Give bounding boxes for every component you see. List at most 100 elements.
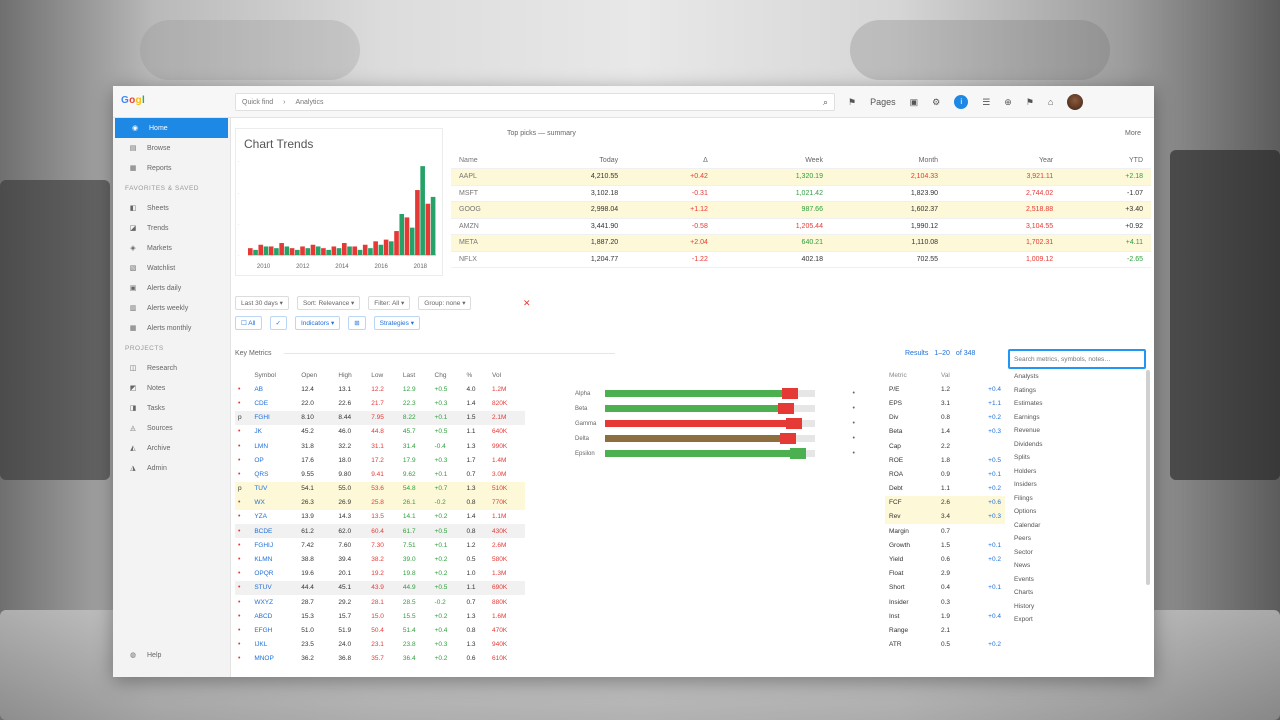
table-row[interactable]: • JK 45.2 46.0 44.8 45.7 +0.5 1.1 640K	[235, 425, 525, 439]
side-row[interactable]: Inst 1.9 +0.4	[885, 609, 1005, 623]
filter-chip[interactable]: Sort: Relevance ▾	[296, 296, 361, 310]
grid-icon[interactable]: ▣	[910, 97, 919, 108]
list-item[interactable]: Ratings	[1010, 384, 1145, 398]
filter-chip[interactable]: Strategies ▾	[373, 316, 420, 330]
side-row[interactable]: Growth 1.5 +0.1	[885, 538, 1005, 552]
side-row[interactable]: Div 0.8 +0.2	[885, 411, 1005, 425]
table-row[interactable]: • BCDE 61.2 62.0 60.4 61.7 +0.5 0.8 430K	[235, 524, 525, 539]
column-header[interactable]: Chg	[432, 368, 464, 382]
sidebar-item-trends[interactable]: ◪ Trends	[113, 218, 230, 238]
sidebar-item-watchlist[interactable]: ▧ Watchlist	[113, 258, 230, 278]
list-item[interactable]: News	[1010, 559, 1145, 573]
column-header[interactable]: Today	[511, 152, 627, 169]
list-item[interactable]: Export	[1010, 613, 1145, 627]
list-item[interactable]: Splits	[1010, 451, 1145, 465]
side-row[interactable]: Float 2.9	[885, 567, 1005, 581]
side-row[interactable]: ATR 0.5 +0.2	[885, 638, 1005, 652]
column-header[interactable]: Vol	[489, 368, 525, 382]
column-header[interactable]: Low	[368, 368, 400, 382]
filter-chip[interactable]: Last 30 days ▾	[235, 296, 289, 310]
pages-label[interactable]: Pages	[870, 97, 896, 107]
summary-row[interactable]: NFLX 1,204.77 -1.22 402.18 702.55 1,009.12 -2.…	[451, 251, 1151, 268]
side-row[interactable]: ROE 1.8 +0.5	[885, 453, 1005, 467]
summary-row[interactable]: AAPL 4,210.55 +0.42 1,320.19 2,104.33 3,921.1…	[451, 168, 1151, 186]
filter-chip[interactable]: Group: none ▾	[418, 296, 472, 310]
table-row[interactable]: • CDE 22.0 22.6 21.7 22.3 +0.3 1.4 820K	[235, 396, 525, 410]
list-item[interactable]: Options	[1010, 505, 1145, 519]
filter-chip[interactable]: Indicators ▾	[294, 316, 341, 330]
table-row[interactable]: • MNOP 36.2 36.8 35.7 36.4 +0.2 0.6 610K	[235, 652, 525, 666]
column-header[interactable]: High	[335, 368, 368, 382]
home-icon[interactable]: ⌂	[1048, 97, 1053, 107]
column-header[interactable]: Last	[400, 368, 432, 382]
side-row[interactable]: FCF 2.6 +0.6	[885, 495, 1005, 510]
side-row[interactable]: ROA 0.9 +0.1	[885, 467, 1005, 481]
metrics-search-input[interactable]: Search metrics, symbols, notes…	[1008, 349, 1146, 369]
list-item[interactable]: Estimates	[1010, 397, 1145, 411]
list-item[interactable]: History	[1010, 600, 1145, 614]
sidebar-item-sheets[interactable]: ◧ Sheets	[113, 198, 230, 218]
list-item[interactable]: Calendar	[1010, 519, 1145, 533]
side-row[interactable]: Insider 0.3	[885, 595, 1005, 609]
table-row[interactable]: • KLMN 38.8 39.4 38.2 39.0 +0.2 0.5 580K	[235, 552, 525, 566]
list-item[interactable]: Peers	[1010, 532, 1145, 546]
bookmark-icon[interactable]: ⚑	[1026, 97, 1034, 108]
side-row[interactable]: Cap 2.2	[885, 439, 1005, 453]
sidebar-item-browse[interactable]: ▤ Browse	[113, 138, 230, 158]
table-row[interactable]: • WXYZ 28.7 29.2 28.1 28.5 -0.2 0.7 880K	[235, 595, 525, 609]
list-item[interactable]: Analysts	[1010, 370, 1145, 384]
filter-chip[interactable]: Filter: All ▾	[368, 296, 411, 310]
app-logo[interactable]: Gogl	[121, 95, 145, 106]
side-row[interactable]: Beta 1.4 +0.3	[885, 425, 1005, 439]
column-header[interactable]: Year	[946, 152, 1062, 169]
table-row[interactable]: • LMN 31.8 32.2 31.1 31.4 -0.4 1.3 990K	[235, 439, 525, 453]
column-header[interactable]: Open	[298, 368, 335, 382]
list-item[interactable]: Insiders	[1010, 478, 1145, 492]
table-row[interactable]: • IJKL 23.5 24.0 23.1 23.8 +0.3 1.3 940K	[235, 638, 525, 652]
table-row[interactable]: • STUV 44.4 45.1 43.9 44.9 +0.5 1.1 690K	[235, 580, 525, 595]
table-row[interactable]: • OP 17.6 18.0 17.2 17.9 +0.3 1.7 1.4M	[235, 453, 525, 467]
menu-icon[interactable]: ☰	[982, 97, 990, 108]
column-header[interactable]: YTD	[1061, 152, 1151, 169]
sidebar-item-help[interactable]: ◍ Help	[113, 645, 231, 665]
table-row[interactable]: • WX 26.3 26.9 25.8 26.1 -0.2 0.8 770K	[235, 495, 525, 510]
table-row[interactable]: • QRS 9.55 9.80 9.41 9.62 +0.1 0.7 3.0M	[235, 467, 525, 481]
user-avatar[interactable]	[1067, 94, 1084, 110]
side-row[interactable]: Range 2.1	[885, 623, 1005, 637]
scrollbar[interactable]	[1146, 370, 1150, 585]
column-header[interactable]: Name	[451, 152, 511, 169]
sidebar-item-markets[interactable]: ◈ Markets	[113, 238, 230, 258]
table-row[interactable]: p FGHI 8.10 8.44 7.95 8.22 +0.1 1.5 2.1M	[235, 410, 525, 425]
list-item[interactable]: Sector	[1010, 546, 1145, 560]
column-header[interactable]: %	[464, 368, 490, 382]
column-header[interactable]: Symbol	[251, 368, 298, 382]
sidebar-item-archive[interactable]: ◭ Archive	[113, 438, 230, 458]
side-row[interactable]: P/E 1.2 +0.4	[885, 382, 1005, 396]
sidebar-item-home[interactable]: ◉ Home	[115, 118, 228, 138]
column-header[interactable]: Δ	[626, 152, 716, 169]
list-item[interactable]: Earnings	[1010, 411, 1145, 425]
list-item[interactable]: Charts	[1010, 586, 1145, 600]
flag-icon[interactable]: ⚑	[848, 97, 856, 108]
column-header[interactable]	[235, 368, 251, 382]
add-icon[interactable]: ⊕	[1004, 97, 1012, 108]
sidebar-item-sources[interactable]: ◬ Sources	[113, 418, 230, 438]
side-row[interactable]: Debt 1.1 +0.2	[885, 482, 1005, 496]
side-row[interactable]: Margin 0.7	[885, 524, 1005, 538]
table-row[interactable]: p TUV 54.1 55.0 53.6 54.8 +0.7 1.3 510K	[235, 481, 525, 496]
summary-row[interactable]: AMZN 3,441.90 -0.58 1,205.44 1,990.12 3,104.5…	[451, 218, 1151, 235]
close-filters-icon[interactable]: ✕	[523, 298, 531, 309]
filter-chip[interactable]: ⊞	[348, 316, 366, 330]
table-row[interactable]: • AB 12.4 13.1 12.2 12.9 +0.5 4.0 1.2M	[235, 382, 525, 396]
side-row[interactable]: Rev 3.4 +0.3	[885, 509, 1005, 525]
column-header[interactable]: Month	[830, 152, 947, 169]
table-row[interactable]: • FGHIJ 7.42 7.60 7.30 7.51 +0.1 1.2 2.6M	[235, 538, 525, 552]
list-item[interactable]: Holders	[1010, 465, 1145, 479]
table-row[interactable]: • OPQR 19.6 20.1 19.2 19.8 +0.2 1.0 1.3M	[235, 567, 525, 581]
list-item[interactable]: Revenue	[1010, 424, 1145, 438]
list-item[interactable]: Filings	[1010, 492, 1145, 506]
sidebar-item-admin[interactable]: ◮ Admin	[113, 458, 230, 478]
table-row[interactable]: • EFGH 51.0 51.9 50.4 51.4 +0.4 0.8 470K	[235, 623, 525, 637]
sidebar-item-reports[interactable]: ▦ Reports	[113, 158, 230, 178]
list-item[interactable]: Events	[1010, 573, 1145, 587]
